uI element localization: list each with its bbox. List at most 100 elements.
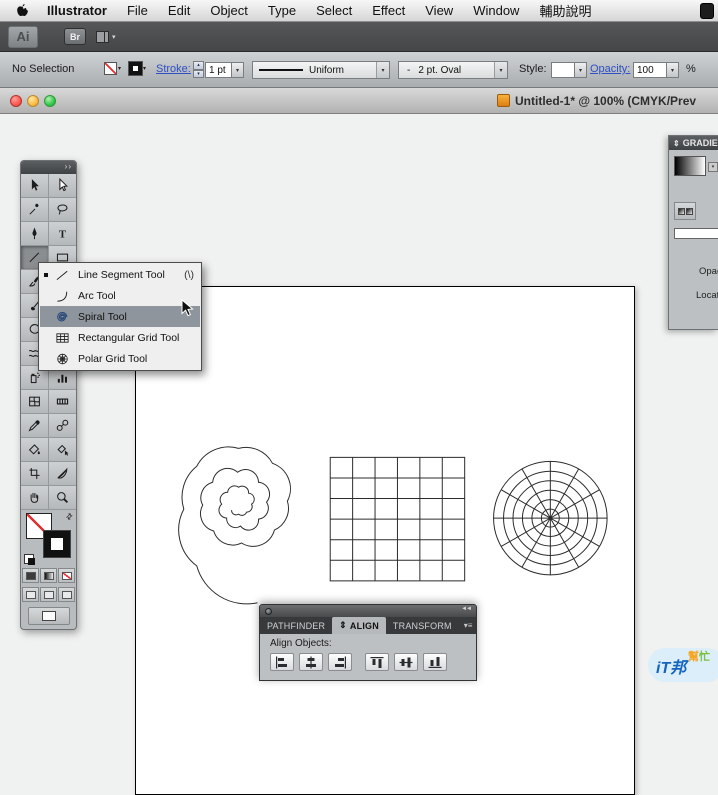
apple-menu[interactable] — [8, 3, 37, 18]
gradient-tool[interactable] — [48, 390, 76, 414]
gradient-button[interactable] — [40, 568, 57, 583]
align-horizontal-center-button[interactable] — [299, 653, 323, 671]
menu-edit[interactable]: Edit — [158, 3, 200, 18]
menu-object[interactable]: Object — [200, 3, 258, 18]
stroke-swatch[interactable]: ▾ — [128, 61, 146, 76]
svg-text:T: T — [59, 228, 67, 240]
gradient-type-button[interactable] — [674, 202, 696, 220]
flyout-item-rectangular-grid[interactable]: Rectangular Grid Tool — [40, 327, 200, 348]
slice-icon — [57, 467, 68, 479]
menu-view[interactable]: View — [415, 3, 463, 18]
blend-icon — [56, 419, 69, 431]
workspace-switcher[interactable]: ▾ — [96, 30, 116, 43]
menu-illustrator[interactable]: Illustrator — [37, 3, 117, 18]
stepper-down-icon[interactable]: ▾ — [193, 69, 204, 78]
mesh-tool[interactable] — [21, 390, 49, 414]
align-vertical-center-button[interactable] — [394, 653, 418, 671]
blend-tool[interactable] — [48, 414, 76, 438]
stroke-weight-stepper[interactable]: ▴ ▾ — [193, 61, 204, 78]
align-bottom-icon — [428, 656, 442, 668]
type-tool[interactable]: T — [48, 222, 76, 246]
artboard[interactable] — [135, 286, 635, 795]
align-bottom-button[interactable] — [423, 653, 447, 671]
width-profile-dropdown[interactable]: Uniform ▾ — [252, 61, 390, 79]
minimize-window-button[interactable] — [27, 95, 39, 107]
menu-select[interactable]: Select — [306, 3, 362, 18]
eyedropper-tool[interactable] — [21, 414, 49, 438]
align-left-button[interactable] — [270, 653, 294, 671]
selection-tool[interactable] — [21, 174, 49, 198]
brush-dropdown[interactable]: - 2 pt. Oval ▾ — [398, 61, 508, 79]
style-dropdown[interactable]: ▾ — [575, 62, 587, 78]
gradient-swatch-dropdown[interactable]: ▾ — [708, 162, 718, 172]
align-right-button[interactable] — [328, 653, 352, 671]
fill-swatch[interactable]: ▾ — [104, 62, 121, 75]
opacity-panel-link[interactable]: Opacity: — [590, 63, 630, 75]
stroke-panel-link[interactable]: Stroke: — [156, 63, 191, 75]
slice-tool[interactable] — [48, 462, 76, 486]
polar-grid-shape[interactable] — [493, 460, 608, 576]
pen-tool[interactable] — [21, 222, 49, 246]
direct-selection-tool[interactable] — [48, 174, 76, 198]
screen-mode-button[interactable] — [27, 607, 70, 625]
input-source-icon[interactable] — [700, 3, 714, 19]
magic-wand-tool[interactable] — [21, 198, 49, 222]
style-field[interactable] — [551, 62, 575, 78]
draw-inside-button[interactable] — [58, 587, 75, 602]
opacity-field[interactable]: 100 — [633, 62, 667, 78]
flyout-item-spiral[interactable]: Spiral Tool — [40, 306, 200, 327]
menu-window[interactable]: Window — [463, 3, 529, 18]
gradient-ramp[interactable] — [674, 228, 718, 239]
tab-pathfinder[interactable]: PATHFINDER — [260, 617, 332, 634]
panel-minimize-icon[interactable]: ◄◄ — [461, 606, 472, 612]
default-fill-stroke-icon[interactable] — [24, 554, 35, 565]
hand-tool[interactable] — [21, 486, 49, 510]
panel-menu-icon[interactable]: ▾≡ — [459, 617, 478, 634]
live-paint-selection-tool[interactable] — [48, 438, 76, 462]
lasso-tool[interactable] — [48, 198, 76, 222]
menu-help[interactable]: 輔助說明 — [529, 1, 601, 20]
menu-file[interactable]: File — [117, 3, 158, 18]
panel-close-button[interactable] — [265, 608, 272, 615]
artboard-tool[interactable] — [21, 462, 49, 486]
menu-type[interactable]: Type — [258, 3, 306, 18]
tab-transform[interactable]: TRANSFORM — [386, 617, 459, 634]
live-paint-bucket-tool[interactable] — [21, 438, 49, 462]
stroke-weight-field[interactable]: 1 pt — [205, 62, 232, 78]
tools-panel-header[interactable]: ›› — [21, 161, 76, 174]
flyout-label: Line Segment Tool — [78, 268, 165, 281]
draw-behind-button[interactable] — [40, 587, 57, 602]
stroke-color-indicator[interactable] — [43, 530, 71, 558]
window-titlebar[interactable]: Untitled-1* @ 100% (CMYK/Prev — [0, 88, 718, 114]
site-watermark: 幫忙 iT邦 — [648, 642, 718, 690]
stroke-weight-dropdown[interactable]: ▾ — [232, 62, 244, 78]
tab-align[interactable]: ⇕ ALIGN — [332, 617, 386, 634]
bridge-button[interactable]: Br — [64, 28, 86, 45]
screen-mode-icon — [41, 611, 56, 621]
none-button[interactable] — [58, 568, 75, 583]
swap-fill-stroke-icon[interactable]: ⇄ — [64, 511, 75, 522]
draw-normal-button[interactable] — [22, 587, 39, 602]
align-panel-titlebar[interactable]: ◄◄ — [259, 604, 477, 617]
spiral-shape[interactable] — [178, 446, 291, 605]
gradient-swatch[interactable] — [674, 156, 706, 176]
stepper-up-icon[interactable]: ▴ — [193, 61, 204, 70]
color-button[interactable] — [22, 568, 39, 583]
align-top-icon — [370, 656, 384, 668]
flyout-item-polar-grid[interactable]: Polar Grid Tool — [40, 348, 200, 369]
rectangular-grid-shape[interactable] — [329, 456, 466, 582]
arc-tool-icon — [56, 291, 67, 302]
apple-icon — [17, 4, 28, 16]
menu-effect[interactable]: Effect — [362, 3, 415, 18]
close-window-button[interactable] — [10, 95, 22, 107]
gradient-tool-icon — [56, 398, 68, 405]
zoom-tool[interactable] — [48, 486, 76, 510]
flyout-item-arc[interactable]: Arc Tool — [40, 285, 200, 306]
align-top-button[interactable] — [365, 653, 389, 671]
gradient-panel-header[interactable]: ⇕ GRADIENT — [669, 136, 718, 150]
panel-toggle-icon[interactable]: ⇕ — [673, 139, 680, 148]
align-right-icon — [335, 656, 346, 668]
zoom-window-button[interactable] — [44, 95, 56, 107]
flyout-item-line-segment[interactable]: Line Segment Tool (\) — [40, 264, 200, 285]
opacity-dropdown[interactable]: ▾ — [667, 62, 679, 78]
